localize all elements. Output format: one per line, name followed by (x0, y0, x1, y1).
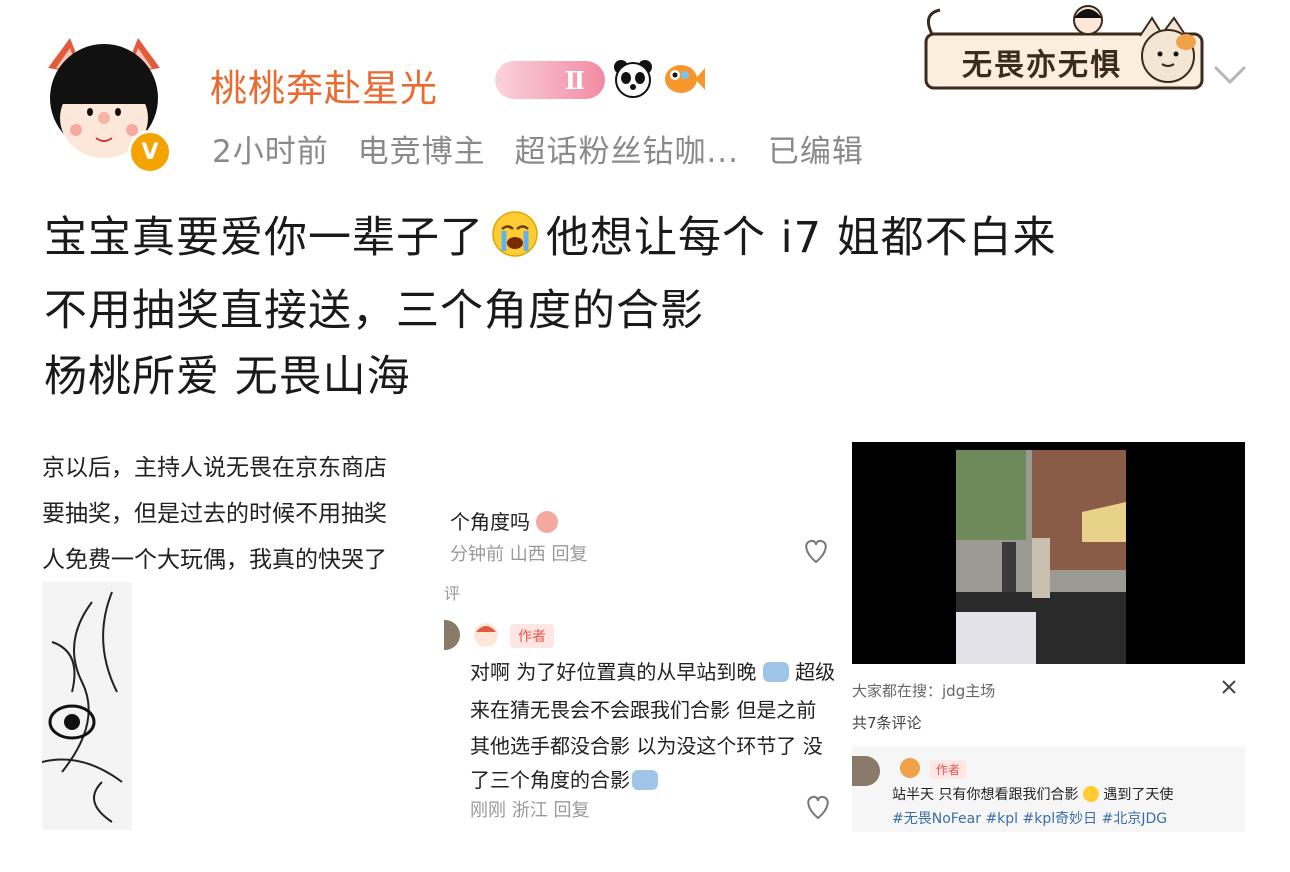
heart-icon[interactable] (802, 538, 830, 568)
video-frame[interactable] (852, 442, 1245, 664)
crying-face-icon (490, 209, 540, 278)
panda-icon[interactable] (611, 58, 655, 102)
emoji-icon (1082, 786, 1099, 802)
post-image-3[interactable]: 大家都在搜：jdg主场 共7条评论 作者 站半天 只有你想看跟我们合影 遇到了天… (852, 442, 1245, 832)
post-line-1-b: 他想让每个 i7 姐都不白来 (546, 213, 1057, 263)
image1-text-line-3: 人免费一个大玩偶，我真的快哭了 (42, 547, 387, 573)
post-image-1[interactable]: 京以后，主持人说无畏在京东商店 要抽奖，但是过去的时候不用抽奖 人免费一个大玩偶… (42, 442, 438, 830)
reply-meta: 刚刚 浙江 回复 (470, 800, 590, 821)
post-image-2[interactable]: 个角度吗 分钟前 山西 回复 评 作者 对啊 为了好位置真的从早站到晚 超级 来… (444, 462, 846, 830)
close-icon[interactable] (1220, 678, 1238, 700)
comment-meta: 分钟前 山西 回复 (450, 544, 588, 565)
author-avatar-icon[interactable] (472, 622, 500, 648)
emoji-icon (762, 662, 789, 682)
post-body: 宝宝真要爱你一辈子了 他想让每个 i7 姐都不白来 不用抽奖直接送，三个角度的合影… (44, 205, 1057, 410)
level-badge-icon[interactable]: Ⅱ (495, 61, 605, 99)
author-tag: 作者 (930, 760, 967, 779)
image1-text-line-1: 京以后，主持人说无畏在京东商店 (42, 455, 387, 481)
heart-icon[interactable] (804, 794, 832, 824)
image1-text-line-2: 要抽奖，但是过去的时候不用抽奖 (42, 501, 387, 527)
post-line-1-a: 宝宝真要爱你一辈子了 (44, 213, 484, 263)
reply-line-3: 其他选手都没合影 以为没这个环节了 没 (470, 734, 823, 758)
fan-info[interactable]: 超话粉丝钻咖... (514, 134, 739, 170)
commenter-avatar[interactable] (444, 620, 460, 650)
username[interactable]: 桃桃奔赴星光 (210, 58, 438, 112)
emoji-icon (632, 770, 658, 790)
sketch-drawing (42, 582, 132, 830)
verified-mark: V (141, 139, 159, 165)
verified-badge-icon: V (128, 130, 172, 174)
reply-line-2: 来在猜无畏会不会跟我们合影 但是之前 (470, 698, 817, 722)
decorative-cat-banner: 无畏亦无惧 (918, 4, 1208, 96)
banner-text: 无畏亦无惧 (962, 48, 1122, 83)
post-time: 2小时前 (212, 134, 329, 170)
user-role: 电竞博主 (357, 134, 486, 170)
comment-count: 共7条评论 (852, 714, 922, 732)
user-badges: Ⅱ (495, 58, 705, 102)
reply-line-4: 了三个角度的合影 (470, 764, 658, 793)
level-badge-label: Ⅱ (564, 65, 585, 95)
reply-line-1: 对啊 为了好位置真的从早站到晚 超级 (470, 660, 836, 684)
section-label: 评 (444, 584, 461, 603)
hashtags[interactable]: #无畏NoFear #kpl #kpl奇妙日 #北京JDG (892, 808, 1167, 828)
author-avatar-icon[interactable] (900, 758, 920, 778)
fish-icon[interactable] (661, 58, 705, 102)
post-line-3: 杨桃所爱 无畏山海 (44, 352, 411, 402)
emoji-face-icon (536, 511, 559, 533)
search-hint[interactable]: 大家都在搜：jdg主场 (852, 680, 995, 701)
author-tag: 作者 (510, 624, 554, 648)
edited-label[interactable]: 已编辑 (768, 134, 864, 170)
avatar[interactable]: V (40, 34, 172, 174)
reply-text: 站半天 只有你想看跟我们合影 遇到了天使 (892, 786, 1174, 803)
comment-tail-text: 个角度吗 (450, 506, 559, 535)
post-meta: 2小时前 电竞博主 超话粉丝钻咖... 已编辑 (212, 126, 882, 171)
post-line-2: 不用抽奖直接送，三个角度的合影 (44, 286, 704, 336)
chevron-down-icon[interactable] (1210, 60, 1250, 90)
post-line-1: 宝宝真要爱你一辈子了 他想让每个 i7 姐都不白来 (44, 205, 1057, 278)
